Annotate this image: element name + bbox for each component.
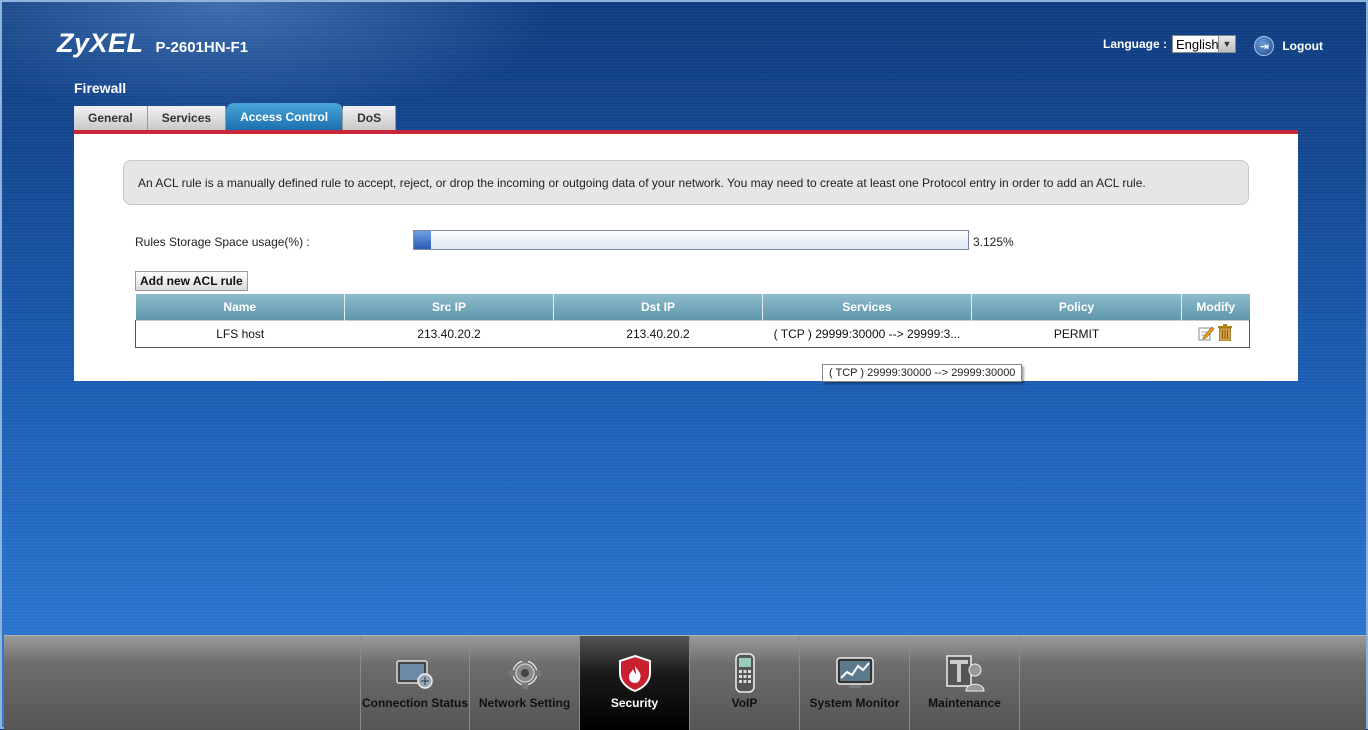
storage-usage-value: 3.125%: [973, 235, 1014, 249]
acl-table: Name Src IP Dst IP Services Policy Modif…: [135, 294, 1250, 348]
app-window: ZyXEL P-2601HN-F1 Language : English ▼ ⇥…: [0, 0, 1368, 730]
storage-usage-bar: [413, 230, 969, 250]
firewall-shield-icon: [617, 654, 653, 692]
tab-access-control[interactable]: Access Control: [226, 103, 344, 130]
cell-name: LFS host: [135, 320, 345, 348]
content-panel: An ACL rule is a manually defined rule t…: [74, 130, 1298, 382]
chevron-down-icon: ▼: [1218, 36, 1235, 52]
maintenance-icon: [945, 654, 985, 692]
nav-system-monitor[interactable]: System Monitor: [800, 636, 910, 730]
services-tooltip: ( TCP ) 29999:30000 --> 29999:30000: [822, 364, 1023, 382]
add-acl-rule-button[interactable]: Add new ACL rule: [135, 271, 248, 291]
col-modify: Modify: [1181, 294, 1250, 321]
connection-status-icon: [395, 654, 435, 692]
bottom-nav-bar: Connection Status Network Setting Securi…: [4, 635, 1366, 730]
table-header-row: Name Src IP Dst IP Services Policy Modif…: [135, 294, 1250, 321]
nav-maintenance[interactable]: Maintenance: [910, 636, 1020, 730]
page-title: Firewall: [74, 80, 127, 96]
edit-icon[interactable]: [1198, 325, 1215, 344]
tab-bar: General Services Access Control DoS: [74, 103, 397, 130]
brand: ZyXEL P-2601HN-F1: [57, 28, 248, 59]
tab-services[interactable]: Services: [147, 106, 227, 130]
cell-policy: PERMIT: [971, 320, 1182, 348]
logout-label: Logout: [1282, 39, 1323, 53]
storage-usage-label: Rules Storage Space usage(%) :: [135, 235, 310, 249]
logout-button[interactable]: ⇥ Logout: [1254, 36, 1323, 56]
zyxel-logo: ZyXEL: [57, 28, 144, 58]
nav-network-setting[interactable]: Network Setting: [470, 636, 580, 730]
storage-usage-fill: [414, 231, 432, 249]
language-label: Language :: [1102, 37, 1167, 51]
logout-icon: ⇥: [1254, 36, 1275, 56]
nav-label: VoIP: [731, 696, 758, 710]
table-row: LFS host 213.40.20.2 213.40.20.2 ( TCP )…: [135, 320, 1250, 348]
nav-voip[interactable]: VoIP: [690, 636, 800, 730]
nav-label: Security: [610, 696, 659, 710]
language-value: English: [1176, 36, 1219, 52]
tab-general[interactable]: General: [74, 106, 148, 130]
tab-dos[interactable]: DoS: [343, 106, 397, 130]
main-nav: Connection Status Network Setting Securi…: [360, 636, 1020, 730]
cell-modify: [1181, 320, 1250, 348]
nav-label: Maintenance: [928, 696, 1001, 710]
cell-services[interactable]: ( TCP ) 29999:30000 --> 29999:3...: [762, 320, 972, 348]
model-name: P-2601HN-F1: [155, 39, 249, 56]
col-policy: Policy: [971, 294, 1182, 321]
col-name: Name: [135, 294, 345, 321]
language-selector: Language : English ▼: [1103, 35, 1236, 53]
delete-icon[interactable]: [1218, 324, 1233, 344]
nav-label: System Monitor: [809, 696, 900, 710]
col-services: Services: [762, 294, 972, 321]
language-select[interactable]: English ▼: [1172, 35, 1236, 53]
monitor-chart-icon: [835, 654, 875, 692]
nav-label: Network Setting: [478, 696, 571, 710]
col-src-ip: Src IP: [344, 294, 554, 321]
gear-icon: [507, 654, 543, 692]
cell-dst-ip: 213.40.20.2: [553, 320, 763, 348]
phone-icon: [733, 653, 757, 693]
cell-src-ip: 213.40.20.2: [344, 320, 554, 348]
info-box: An ACL rule is a manually defined rule t…: [123, 160, 1249, 205]
nav-security[interactable]: Security: [580, 636, 690, 730]
nav-label: Connection Status: [361, 696, 468, 710]
col-dst-ip: Dst IP: [553, 294, 763, 321]
nav-connection-status[interactable]: Connection Status: [360, 636, 470, 730]
